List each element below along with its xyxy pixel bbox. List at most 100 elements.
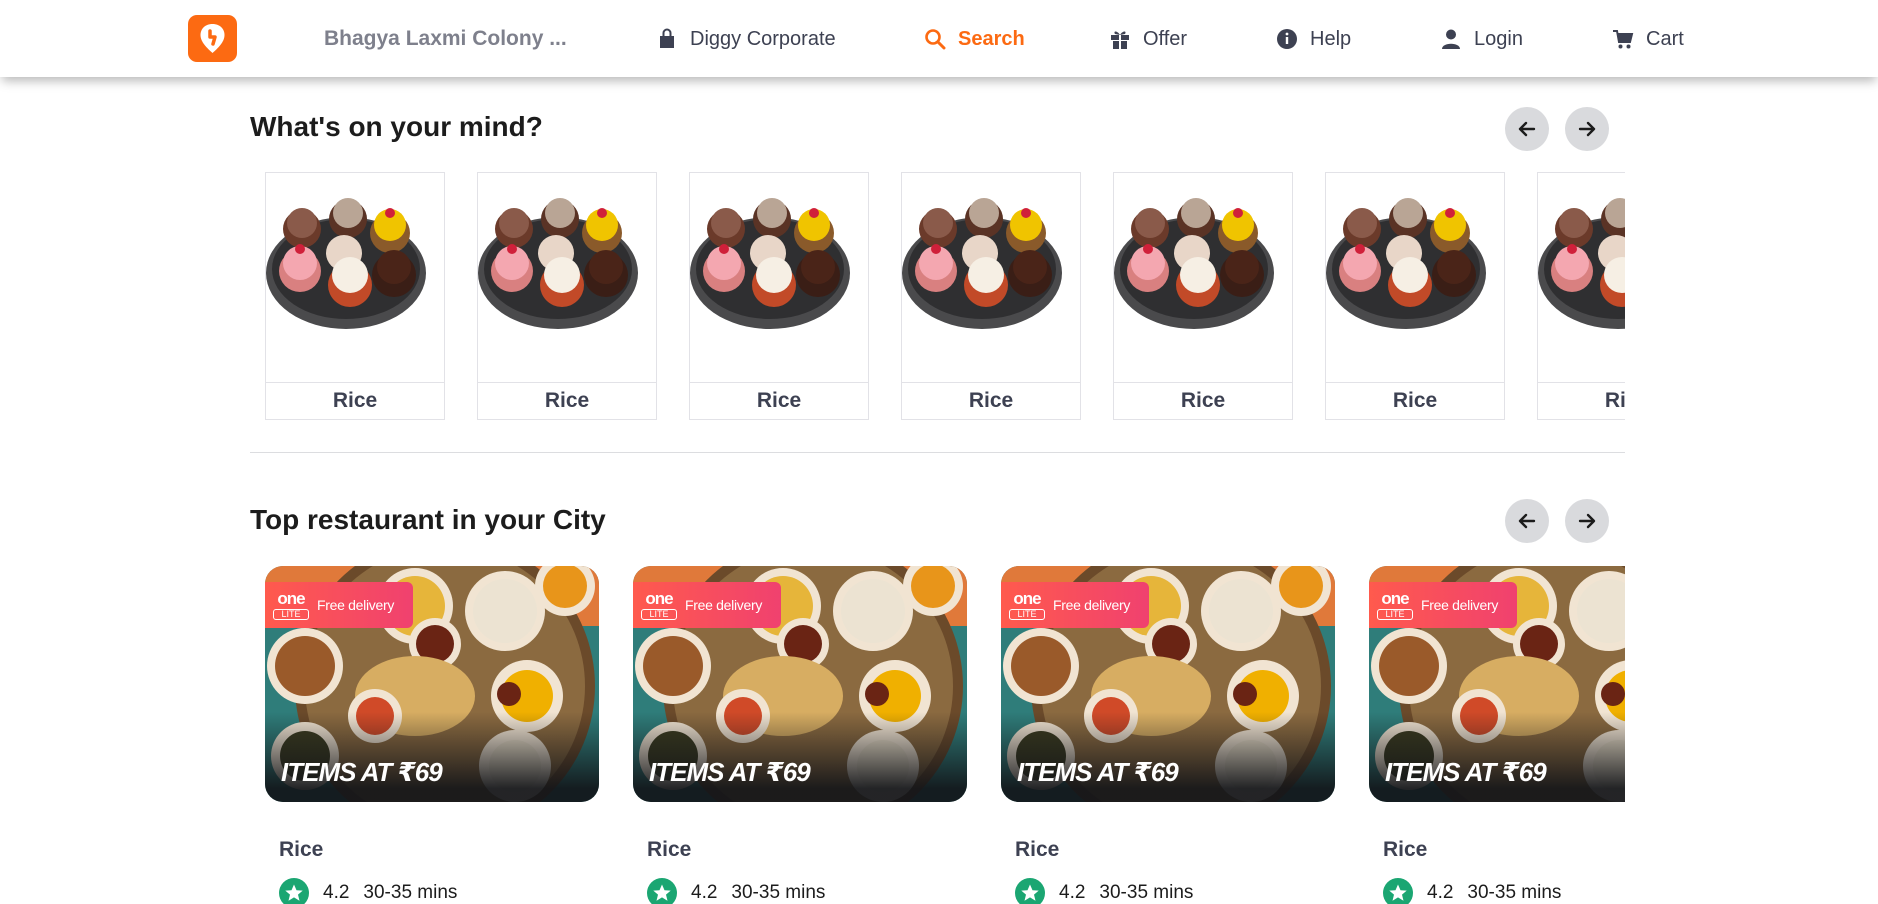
promo-text: Free delivery bbox=[317, 597, 395, 613]
mind-section-title: What's on your mind? bbox=[250, 111, 543, 142]
nav-label: Diggy Corporate bbox=[690, 27, 836, 50]
cupcakes-image bbox=[478, 173, 656, 383]
nav-search[interactable]: Search bbox=[924, 25, 1025, 53]
rating-value: 4.2 bbox=[1427, 882, 1454, 903]
nav-label: Login bbox=[1474, 27, 1523, 50]
category-label: Rice bbox=[690, 382, 868, 419]
cupcakes-image bbox=[902, 173, 1080, 383]
restaurant-meta: 4.2 30-35 mins bbox=[1383, 878, 1561, 904]
delivery-time: 30-35 mins bbox=[1099, 882, 1194, 903]
restaurant-name: Rice bbox=[279, 838, 324, 861]
mind-carousel[interactable]: Rice Rice Rice Rice Rice Rice Ri bbox=[250, 170, 1625, 426]
one-lite-logo: one LITE bbox=[1009, 590, 1045, 620]
restaurant-card[interactable]: one LITE Free delivery ITEMS AT ₹69 Rice… bbox=[633, 566, 967, 904]
restaurant-meta: 4.2 30-35 mins bbox=[647, 878, 825, 904]
thali-image: one LITE Free delivery ITEMS AT ₹69 bbox=[1369, 566, 1625, 802]
restaurants-next-button[interactable] bbox=[1565, 499, 1609, 543]
nav-cart[interactable]: Cart bbox=[1612, 25, 1684, 53]
one-lite-logo: one LITE bbox=[273, 590, 309, 620]
section-divider bbox=[250, 452, 1625, 453]
category-card[interactable]: Rice bbox=[477, 172, 657, 420]
free-delivery-badge: one LITE Free delivery bbox=[265, 582, 413, 628]
gift-icon bbox=[1109, 28, 1131, 50]
delivery-time: 30-35 mins bbox=[731, 882, 826, 903]
category-label: Rice bbox=[1538, 382, 1625, 419]
bag-icon bbox=[656, 28, 678, 50]
delivery-time: 30-35 mins bbox=[1467, 882, 1562, 903]
restaurant-name: Rice bbox=[1383, 838, 1428, 861]
star-icon bbox=[1015, 878, 1045, 904]
promo-tier: LITE bbox=[641, 609, 677, 620]
restaurants-section-title: Top restaurant in your City bbox=[250, 504, 606, 535]
category-card[interactable]: Rice bbox=[689, 172, 869, 420]
category-label: Rice bbox=[266, 382, 444, 419]
mind-next-button[interactable] bbox=[1565, 107, 1609, 151]
one-lite-logo: one LITE bbox=[641, 590, 677, 620]
offer-text: ITEMS AT ₹69 bbox=[649, 757, 811, 787]
category-card[interactable]: Rice bbox=[265, 172, 445, 420]
arrow-right-icon bbox=[1578, 121, 1596, 137]
cart-icon bbox=[1612, 28, 1634, 50]
nav-help[interactable]: Help bbox=[1276, 25, 1351, 53]
user-icon bbox=[1440, 28, 1462, 50]
promo-tier: LITE bbox=[1377, 609, 1413, 620]
free-delivery-badge: one LITE Free delivery bbox=[1369, 582, 1517, 628]
rating-value: 4.2 bbox=[691, 882, 718, 903]
nav-label: Offer bbox=[1143, 27, 1188, 50]
nav-diggy-corporate[interactable]: Diggy Corporate bbox=[656, 25, 836, 53]
category-label: Rice bbox=[902, 382, 1080, 419]
category-card[interactable]: Rice bbox=[1537, 172, 1625, 420]
search-icon bbox=[924, 28, 946, 50]
restaurant-name: Rice bbox=[647, 838, 692, 861]
promo-tier: LITE bbox=[273, 609, 309, 620]
category-label: Rice bbox=[478, 382, 656, 419]
offer-text: ITEMS AT ₹69 bbox=[281, 757, 443, 787]
nav-offer[interactable]: Offer bbox=[1109, 25, 1187, 53]
offer-text: ITEMS AT ₹69 bbox=[1017, 757, 1179, 787]
restaurant-meta: 4.2 30-35 mins bbox=[1015, 878, 1193, 904]
rating-value: 4.2 bbox=[1059, 882, 1086, 903]
nav-label: Help bbox=[1310, 27, 1352, 50]
arrow-left-icon bbox=[1518, 513, 1536, 529]
restaurant-card[interactable]: one LITE Free delivery ITEMS AT ₹69 Rice… bbox=[1001, 566, 1335, 904]
cupcakes-image bbox=[1538, 173, 1625, 383]
restaurant-card[interactable]: one LITE Free delivery ITEMS AT ₹69 Rice… bbox=[265, 566, 599, 904]
restaurants-prev-button[interactable] bbox=[1505, 499, 1549, 543]
thali-image: one LITE Free delivery ITEMS AT ₹69 bbox=[633, 566, 967, 802]
thali-image: one LITE Free delivery ITEMS AT ₹69 bbox=[265, 566, 599, 802]
nav-login[interactable]: Login bbox=[1440, 25, 1523, 53]
nav-label: Cart bbox=[1646, 27, 1684, 50]
thali-image: one LITE Free delivery ITEMS AT ₹69 bbox=[1001, 566, 1335, 802]
promo-text: Free delivery bbox=[1421, 597, 1499, 613]
rating-value: 4.2 bbox=[323, 882, 350, 903]
cupcakes-image bbox=[1326, 173, 1504, 383]
info-icon bbox=[1276, 28, 1298, 50]
promo-tier: LITE bbox=[1009, 609, 1045, 620]
promo-text: Free delivery bbox=[1053, 597, 1131, 613]
restaurant-card[interactable]: one LITE Free delivery ITEMS AT ₹69 Rice… bbox=[1369, 566, 1625, 904]
restaurant-name: Rice bbox=[1015, 838, 1060, 861]
free-delivery-badge: one LITE Free delivery bbox=[1001, 582, 1149, 628]
cupcakes-image bbox=[266, 173, 444, 383]
restaurants-carousel[interactable]: one LITE Free delivery ITEMS AT ₹69 Rice… bbox=[250, 562, 1625, 904]
promo-text: Free delivery bbox=[685, 597, 763, 613]
restaurant-meta: 4.2 30-35 mins bbox=[279, 878, 457, 904]
promo-brand: one bbox=[1013, 589, 1041, 608]
star-icon bbox=[1383, 878, 1413, 904]
cupcakes-image bbox=[690, 173, 868, 383]
cupcakes-image bbox=[1114, 173, 1292, 383]
star-icon bbox=[647, 878, 677, 904]
category-card[interactable]: Rice bbox=[1325, 172, 1505, 420]
category-label: Rice bbox=[1326, 382, 1504, 419]
swiggy-logo-icon[interactable] bbox=[188, 15, 237, 62]
nav-label: Search bbox=[958, 27, 1025, 50]
promo-brand: one bbox=[1381, 589, 1409, 608]
mind-prev-button[interactable] bbox=[1505, 107, 1549, 151]
category-label: Rice bbox=[1114, 382, 1292, 419]
category-card[interactable]: Rice bbox=[901, 172, 1081, 420]
delivery-time: 30-35 mins bbox=[363, 882, 458, 903]
location-selector[interactable]: Bhagya Laxmi Colony ... bbox=[324, 27, 567, 51]
category-card[interactable]: Rice bbox=[1113, 172, 1293, 420]
offer-text: ITEMS AT ₹69 bbox=[1385, 757, 1547, 787]
arrow-left-icon bbox=[1518, 121, 1536, 137]
